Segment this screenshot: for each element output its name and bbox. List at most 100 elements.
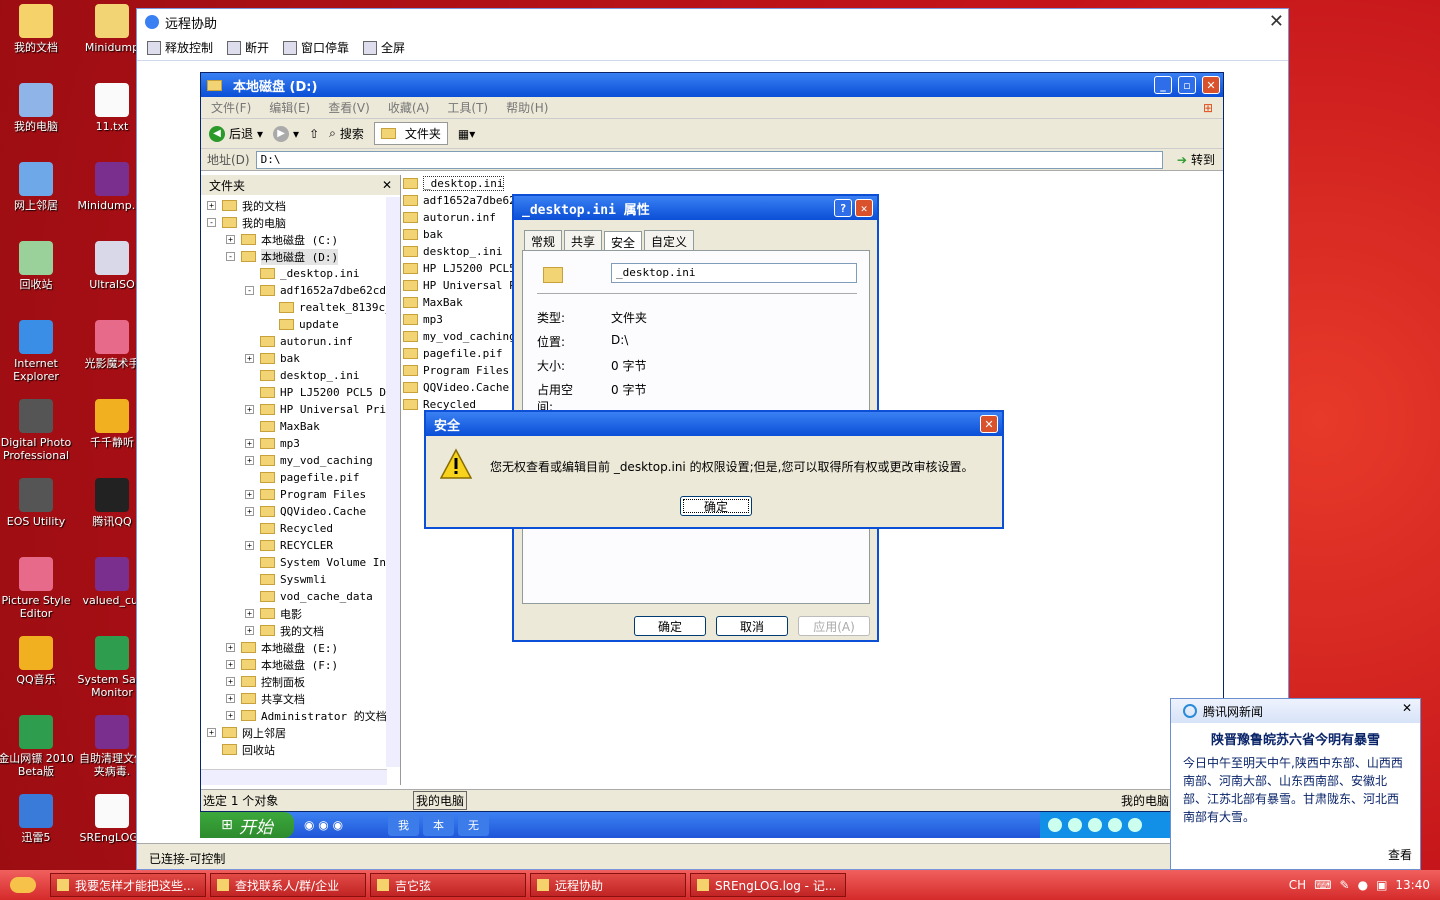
file-item[interactable]: bak [403,226,513,243]
disconnect-button[interactable]: 断开 [227,39,269,56]
collapse-icon[interactable]: - [207,218,216,227]
tree-node[interactable]: _desktop.ini [201,265,387,282]
taskbar-button[interactable]: SREngLOG.log - 记... [690,873,846,897]
desktop-icon[interactable]: 我的电脑 [0,83,74,133]
forward-button[interactable]: ▶ ▾ [273,125,299,142]
desktop-icon[interactable]: Digital Photo Professional [0,399,74,462]
maximize-icon[interactable]: ▫ [1178,76,1196,94]
desktop-icon[interactable]: 我的文档 [0,4,74,54]
expand-icon[interactable]: + [245,490,254,499]
file-item[interactable]: QQVideo.Cache [403,379,513,396]
chevron-down-icon[interactable]: ▾ [257,127,263,141]
help-icon[interactable]: ? [834,199,852,217]
expand-icon[interactable]: + [245,456,254,465]
remote-task-button[interactable]: 无 [458,814,489,836]
expand-icon[interactable]: + [245,405,254,414]
keyboard-icon[interactable]: ⌨ [1314,878,1331,892]
close-icon[interactable]: ✕ [980,415,998,433]
tree-vertical-scrollbar[interactable] [386,197,400,767]
tree-node[interactable]: + 网上邻居 [201,724,387,741]
tree-node[interactable]: + my_vod_caching [201,452,387,469]
menu-item[interactable]: 编辑(E) [269,99,310,116]
tab-general[interactable]: 常规 [524,230,563,252]
qq-tray-icon[interactable]: ● [1358,878,1368,892]
tray-icon[interactable] [1088,818,1102,832]
file-item[interactable]: adf1652a7dbe62c [403,192,513,209]
properties-titlebar[interactable]: _desktop.ini 属性 ? ✕ [514,196,877,220]
tree-node[interactable]: + 我的文档 [201,197,387,214]
ok-button[interactable]: 确定 [680,496,752,516]
tree-node[interactable]: - 我的电脑 [201,214,387,231]
tray-icon[interactable] [1048,818,1062,832]
tree-node[interactable]: + Program Files [201,486,387,503]
expand-icon[interactable]: + [245,609,254,618]
tree-node[interactable]: - adf1652a7dbe62cd0 [201,282,387,299]
desktop-icon[interactable]: Picture Style Editor [0,557,74,620]
taskbar-button[interactable]: 吉它弦 [370,873,526,897]
expand-icon[interactable]: + [207,201,216,210]
file-item[interactable]: desktop_.ini [403,243,513,260]
start-button[interactable]: ⊞ 开始 [200,812,294,838]
tree-node[interactable]: vod_cache_data [201,588,387,605]
desktop-icon[interactable]: 网上邻居 [0,162,74,212]
tree-node[interactable]: + Administrator 的文档 [201,707,387,724]
file-item[interactable]: _desktop.ini [403,175,513,192]
address-input[interactable]: D:\ [255,150,1163,169]
expand-icon[interactable]: + [245,541,254,550]
release-control-button[interactable]: 释放控制 [147,39,213,56]
expand-icon[interactable]: + [226,694,235,703]
file-item[interactable]: mp3 [403,311,513,328]
ok-button[interactable]: 确定 [634,616,706,636]
tree-node[interactable]: pagefile.pif [201,469,387,486]
fullscreen-button[interactable]: 全屏 [363,39,405,56]
network-tray-icon[interactable]: ▣ [1376,878,1387,892]
file-item[interactable]: MaxBak [403,294,513,311]
tree-node[interactable]: + 本地磁盘 (E:) [201,639,387,656]
expand-icon[interactable]: + [245,354,254,363]
menu-item[interactable]: 文件(F) [211,99,251,116]
minimize-icon[interactable]: _ [1154,76,1172,94]
tree-node[interactable]: + 我的文档 [201,622,387,639]
tree-node[interactable]: + 控制面板 [201,673,387,690]
expand-icon[interactable]: + [245,507,254,516]
desktop-icon[interactable]: 回收站 [0,241,74,291]
clock[interactable]: 13:40 [1395,878,1430,892]
collapse-icon[interactable]: - [226,252,235,261]
expand-icon[interactable]: + [207,728,216,737]
tree-node[interactable]: + 本地磁盘 (C:) [201,231,387,248]
security-titlebar[interactable]: 安全 ✕ [426,412,1002,436]
expand-icon[interactable]: + [226,677,235,686]
name-field[interactable]: _desktop.ini [611,263,857,283]
tree-node[interactable]: autorun.inf [201,333,387,350]
taskbar-button[interactable]: 远程协助 [530,873,686,897]
close-icon[interactable]: ✕ [1402,701,1412,715]
menu-item[interactable]: 查看(V) [328,99,370,116]
close-icon[interactable]: ✕ [1202,76,1220,94]
tree-node[interactable]: System Volume Inf [201,554,387,571]
tree-node[interactable]: update [201,316,387,333]
remote-task-button[interactable]: 本 [423,814,454,836]
views-button[interactable]: ▦▾ [458,127,475,141]
tree-node[interactable]: + 共享文档 [201,690,387,707]
close-icon[interactable]: ✕ [1269,11,1284,32]
news-headline[interactable]: 陕晋豫鲁皖苏六省今明有暴雪 [1171,729,1420,748]
menu-item[interactable]: 帮助(H) [506,99,548,116]
tree-node[interactable]: + RECYCLER [201,537,387,554]
pen-icon[interactable]: ✎ [1340,878,1350,892]
tree-node[interactable]: Syswmli [201,571,387,588]
apply-button[interactable]: 应用(A) [798,616,870,636]
explorer-titlebar[interactable]: 本地磁盘 (D:) _ ▫ ✕ [201,73,1223,97]
taskbar-button[interactable]: 我要怎样才能把这些... [50,873,206,897]
collapse-icon[interactable]: - [245,286,254,295]
close-icon[interactable]: ✕ [855,199,873,217]
tree-node[interactable]: desktop_.ini [201,367,387,384]
tree-node[interactable]: MaxBak [201,418,387,435]
search-button[interactable]: ⌕ 搜索 [329,125,364,142]
expand-icon[interactable]: + [226,711,235,720]
tab-sharing[interactable]: 共享 [564,230,603,252]
desktop-icon[interactable]: 迅雷5 [0,794,74,844]
back-button[interactable]: ◀ 后退 ▾ [209,125,263,142]
tree-horizontal-scrollbar[interactable] [201,769,387,785]
tree-node[interactable]: + HP Universal Prin [201,401,387,418]
file-item[interactable]: HP LJ5200 PCL5 [403,260,513,277]
